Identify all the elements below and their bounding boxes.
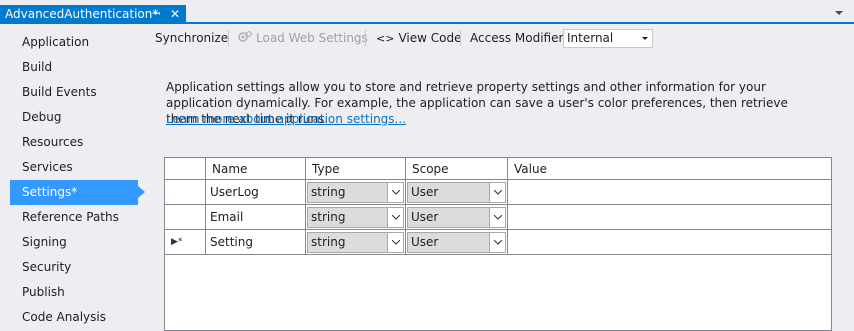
access-modifier-dropdown[interactable]: Internal — [563, 29, 653, 48]
nav-item-signing[interactable]: Signing — [10, 230, 145, 255]
nav-item-publish[interactable]: Publish — [10, 280, 145, 305]
view-code-label: View Code — [398, 31, 462, 45]
view-code-button[interactable]: <> View Code — [376, 26, 461, 50]
access-modifier-label: Access Modifier: — [470, 31, 568, 45]
settings-page: Synchronize Load Web Settings <> View Cod… — [150, 24, 854, 331]
setting-name-cell[interactable]: Email — [205, 205, 305, 229]
nav-item-security[interactable]: Security — [10, 255, 145, 280]
synchronize-button[interactable]: Synchronize — [155, 26, 228, 50]
type-value: string — [311, 185, 346, 199]
nav-item-services[interactable]: Services — [10, 155, 145, 180]
setting-value-cell[interactable] — [507, 180, 831, 204]
nav-item-resources[interactable]: Resources — [10, 130, 145, 155]
scope-value: User — [411, 210, 439, 224]
scope-combobox[interactable]: User — [407, 182, 506, 203]
settings-toolbar: Synchronize Load Web Settings <> View Cod… — [150, 26, 854, 50]
scope-combobox[interactable]: User — [407, 207, 506, 228]
load-web-settings-icon — [238, 31, 252, 42]
scope-value: User — [411, 235, 439, 249]
type-combobox[interactable]: string — [307, 182, 404, 203]
document-tab-title: AdvancedAuthentication* — [5, 7, 159, 21]
nav-item-reference-paths[interactable]: Reference Paths — [10, 205, 145, 230]
column-header-scope[interactable]: Scope — [405, 158, 507, 180]
access-modifier-value: Internal — [567, 31, 614, 45]
column-header-name[interactable]: Name — [205, 158, 305, 180]
chevron-down-icon — [642, 37, 648, 40]
nav-item-application[interactable]: Application — [10, 30, 145, 55]
setting-type-cell: string — [305, 230, 405, 254]
chevron-down-icon — [494, 240, 502, 245]
toolbar-separator — [228, 30, 229, 46]
scope-dropdown-button[interactable] — [489, 183, 505, 202]
nav-item-build[interactable]: Build — [10, 55, 145, 80]
row-header[interactable] — [165, 205, 205, 229]
code-icon: <> — [376, 32, 395, 45]
setting-scope-cell: User — [405, 205, 507, 229]
column-header-type[interactable]: Type — [305, 158, 405, 180]
type-combobox[interactable]: string — [307, 207, 404, 228]
setting-value-cell[interactable] — [507, 230, 831, 254]
chevron-down-icon — [392, 190, 400, 195]
setting-name-cell[interactable]: Setting — [205, 230, 305, 254]
chevron-down-icon — [494, 215, 502, 220]
chevron-down-icon — [392, 215, 400, 220]
scope-combobox[interactable]: User — [407, 232, 506, 253]
nav-item-code-analysis[interactable]: Code Analysis — [10, 305, 145, 330]
type-combobox[interactable]: string — [307, 232, 404, 253]
table-row: UserLog string User — [165, 180, 831, 205]
toolbar-separator — [365, 30, 366, 46]
setting-type-cell: string — [305, 180, 405, 204]
type-dropdown-button[interactable] — [387, 183, 403, 202]
document-tab-strip: AdvancedAuthentication* ⭲ ✕ — [0, 0, 854, 24]
scope-dropdown-button[interactable] — [489, 208, 505, 227]
setting-type-cell: string — [305, 205, 405, 229]
type-value: string — [311, 235, 346, 249]
selection-arrow — [138, 186, 145, 198]
toolbar-separator — [460, 30, 461, 46]
nav-item-settings[interactable]: Settings* — [10, 180, 145, 205]
scope-dropdown-button[interactable] — [489, 233, 505, 252]
grid-header: Name Type Scope Value — [165, 158, 831, 180]
load-web-settings-button[interactable]: Load Web Settings — [238, 26, 368, 50]
table-row: Email string User — [165, 205, 831, 230]
setting-value-cell[interactable] — [507, 205, 831, 229]
column-header-value[interactable]: Value — [507, 158, 831, 180]
nav-item-build-events[interactable]: Build Events — [10, 80, 145, 105]
chevron-down-icon[interactable] — [834, 8, 844, 18]
type-dropdown-button[interactable] — [387, 233, 403, 252]
close-icon[interactable]: ✕ — [170, 5, 180, 23]
type-value: string — [311, 210, 346, 224]
row-header[interactable] — [165, 180, 205, 204]
chevron-down-icon — [392, 240, 400, 245]
pin-icon[interactable]: ⭲ — [152, 5, 160, 23]
nav-item-debug[interactable]: Debug — [10, 105, 145, 130]
table-row: ▶* Setting string User — [165, 230, 831, 255]
new-row-marker-icon[interactable]: ▶* — [165, 230, 205, 254]
setting-scope-cell: User — [405, 230, 507, 254]
properties-nav: Application Build Build Events Debug Res… — [0, 24, 150, 331]
load-web-settings-label: Load Web Settings — [256, 31, 368, 45]
scope-value: User — [411, 185, 439, 199]
setting-scope-cell: User — [405, 180, 507, 204]
type-dropdown-button[interactable] — [387, 208, 403, 227]
settings-grid: Name Type Scope Value UserLog string Use… — [164, 157, 832, 331]
chevron-down-icon — [494, 190, 502, 195]
setting-name-cell[interactable]: UserLog — [205, 180, 305, 204]
learn-more-link[interactable]: Learn more about application settings... — [166, 112, 406, 126]
